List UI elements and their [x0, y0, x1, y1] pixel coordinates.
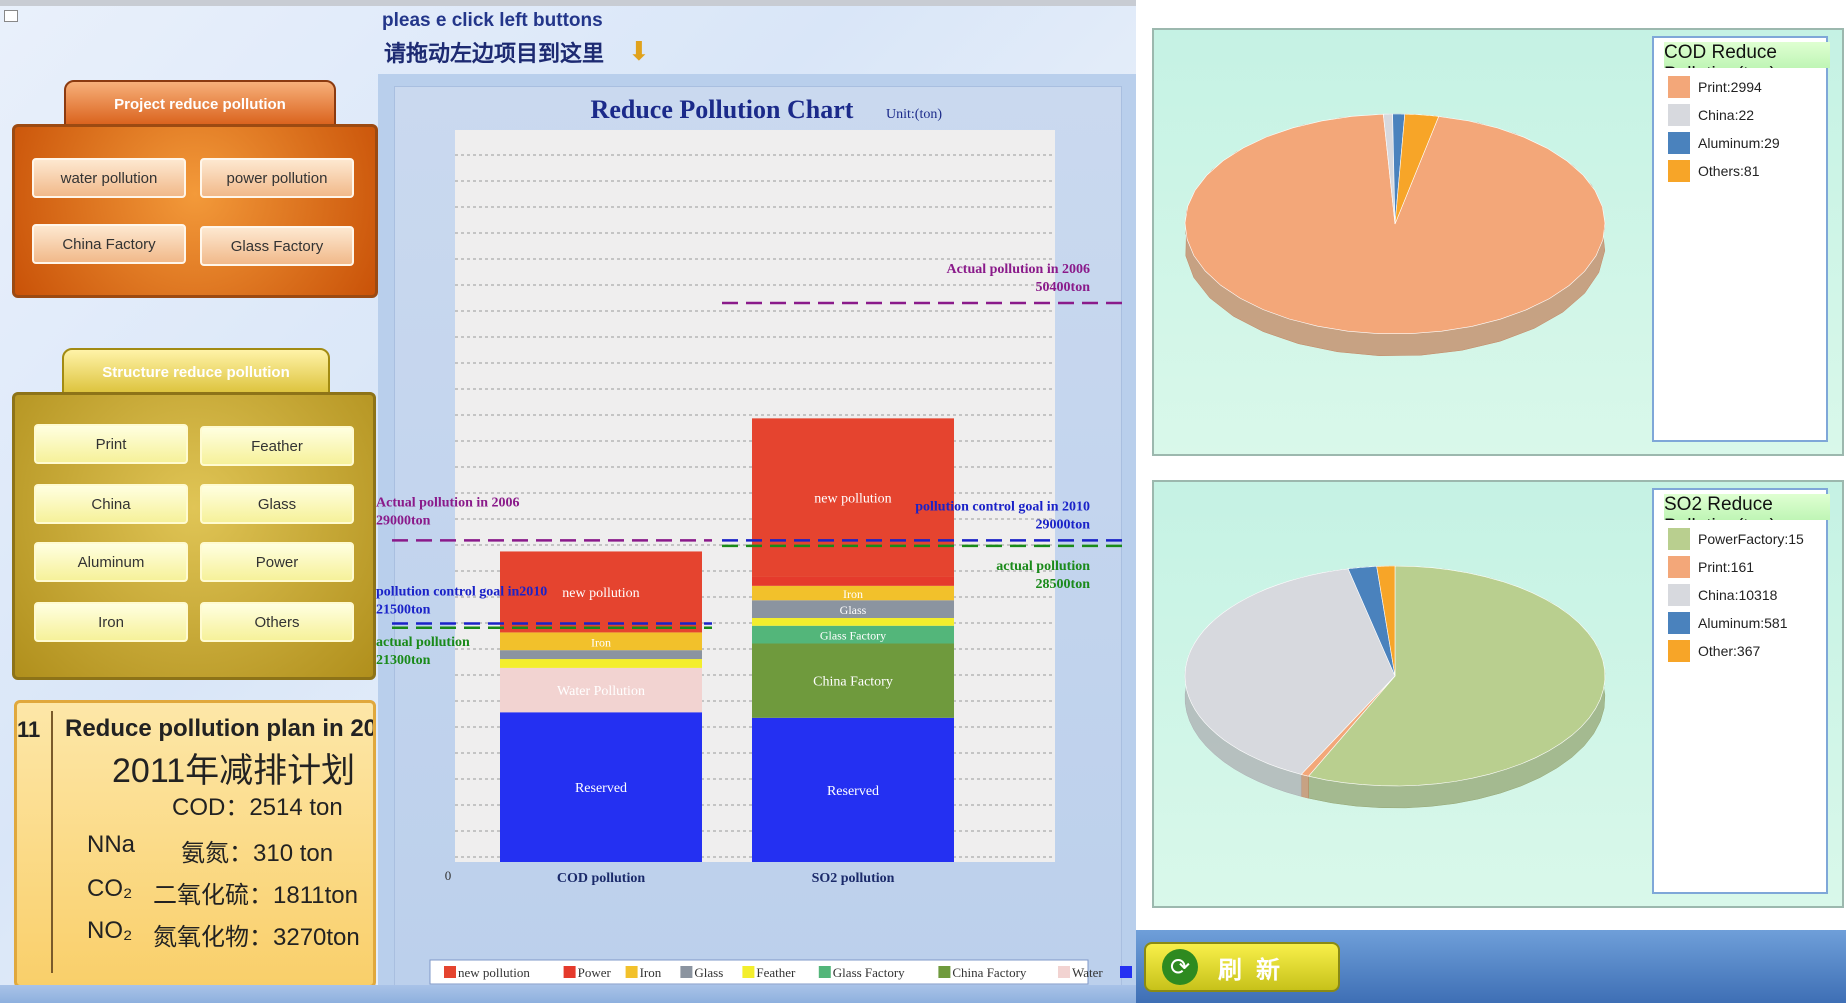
so2-legend-item: Print:161	[1668, 556, 1754, 578]
swatch-icon	[1668, 528, 1690, 550]
refresh-icon: ⟳	[1162, 949, 1198, 985]
so2-legend-item: China:10318	[1668, 584, 1777, 606]
swatch-icon	[1668, 640, 1690, 662]
so2-legend-label: Print:161	[1698, 559, 1755, 575]
so2-legend-item: Aluminum:581	[1668, 612, 1788, 634]
refresh-label: 刷新	[1218, 956, 1294, 984]
so2-legend-item: Other:367	[1668, 640, 1760, 662]
pie-charts	[1184, 113, 1606, 809]
cod-legend-label: Aluminum:29	[1698, 135, 1780, 151]
swatch-icon	[1668, 132, 1690, 154]
so2-legend-label: China:10318	[1698, 587, 1778, 603]
cod-legend-title: COD Reduce Pollution(ton)	[1664, 42, 1830, 68]
so2-legend-item: PowerFactory:15	[1668, 528, 1804, 550]
swatch-icon	[1668, 160, 1690, 182]
cod-legend-item: China:22	[1668, 104, 1754, 126]
cod-legend: COD Reduce Pollution(ton) Print:2994 Chi…	[1652, 36, 1830, 442]
cod-legend-item: Aluminum:29	[1668, 132, 1780, 154]
swatch-icon	[1668, 584, 1690, 606]
swatch-icon	[1668, 76, 1690, 98]
cod-legend-label: Print:2994	[1698, 79, 1762, 95]
so2-legend-label: Other:367	[1698, 643, 1761, 659]
bottom-strip	[0, 985, 1136, 1003]
refresh-button[interactable]: ⟳ 刷新	[1144, 942, 1340, 992]
so2-pie-side	[1300, 773, 1309, 799]
cod-legend-label: China:22	[1698, 107, 1755, 123]
so2-legend-title: SO2 Reduce Pollution(ton)	[1664, 494, 1830, 520]
so2-legend-label: PowerFactory:15	[1698, 531, 1804, 547]
so2-legend-label: Aluminum:581	[1698, 615, 1788, 631]
swatch-icon	[1668, 612, 1690, 634]
swatch-icon	[1668, 104, 1690, 126]
so2-legend: SO2 Reduce Pollution(ton) PowerFactory:1…	[1652, 488, 1830, 894]
swatch-icon	[1668, 556, 1690, 578]
cod-legend-item: Others:81	[1668, 160, 1759, 182]
cod-legend-label: Others:81	[1698, 163, 1760, 179]
cod-legend-item: Print:2994	[1668, 76, 1762, 98]
